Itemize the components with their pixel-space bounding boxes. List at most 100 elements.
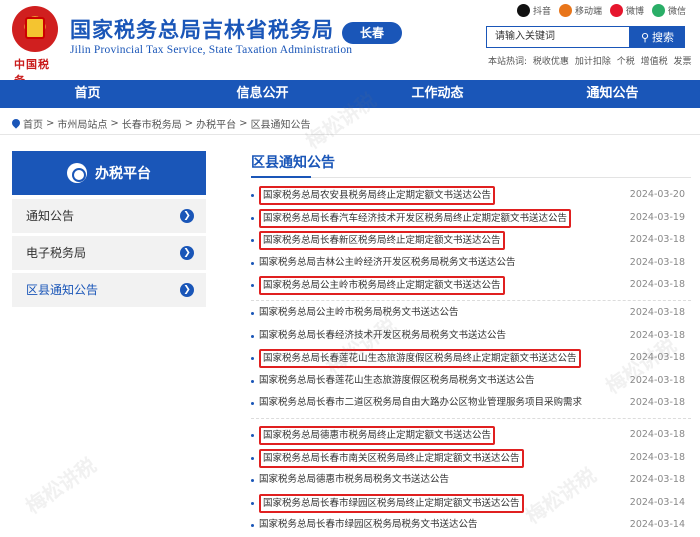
notice-row[interactable]: 国家税务总局长春新区税务局终止定期定额文书送达公告 2024-03-18 xyxy=(251,230,691,251)
breadcrumb-item[interactable]: 区县通知公告 xyxy=(251,116,311,131)
notice-title-link[interactable]: 国家税务总局长春市二道区税务局自由大路办公区物业管理服务项目采购需求 xyxy=(259,393,582,413)
mobile-video-icon xyxy=(558,4,572,17)
notice-row[interactable]: 国家税务总局长春莲花山生态旅游度假区税务局税务文书送达公告 2024-03-18 xyxy=(251,371,691,391)
notice-row[interactable]: 国家税务总局长春汽车经济技术开发区税务局终止定期定额文书送达公告 2024-03-… xyxy=(251,208,691,228)
bullet-dot xyxy=(251,357,254,361)
mobile-link[interactable]: 移动端 xyxy=(558,4,602,17)
bullet-dot xyxy=(251,524,254,528)
notice-row[interactable]: 国家税务总局长春经济技术开发区税务局税务文书送达公告 2024-03-18 xyxy=(251,326,691,346)
notice-date: 2024-03-18 xyxy=(629,352,685,364)
page-title: 区县通知公告 xyxy=(251,155,335,171)
notice-date: 2024-03-18 xyxy=(629,474,685,486)
notice-title-link[interactable]: 国家税务总局长春经济技术开发区税务局税务文书送达公告 xyxy=(259,326,506,346)
tax-platform-icon xyxy=(67,163,87,183)
weibo-link[interactable]: 微博 xyxy=(609,4,644,17)
notice-title-link[interactable]: 国家税务总局长春莲花山生态旅游度假区税务局税务文书送达公告 xyxy=(259,371,535,391)
city-badge[interactable]: 长春 xyxy=(342,22,402,44)
bullet-dot xyxy=(251,334,254,338)
nav-home[interactable]: 首页 xyxy=(0,80,175,108)
notice-title-link[interactable]: 国家税务总局德惠市税务局终止定期定额文书送达公告 xyxy=(259,426,496,445)
notice-date: 2024-03-18 xyxy=(629,451,685,463)
notice-date: 2024-03-18 xyxy=(629,279,685,291)
sidebar-item-notices[interactable]: 通知公告 ❯ xyxy=(12,199,206,233)
bullet-dot xyxy=(251,284,254,288)
breadcrumb-item[interactable]: 长春市税务局 xyxy=(122,116,182,131)
notice-row[interactable]: 国家税务总局吉林公主岭经济开发区税务局税务文书送达公告 2024-03-18 xyxy=(251,253,691,273)
notice-title-link[interactable]: 国家税务总局吉林公主岭经济开发区税务局税务文书送达公告 xyxy=(259,253,516,273)
wechat-icon xyxy=(651,4,665,17)
breadcrumb: 首页 > 市州局站点 > 长春市税务局 > 办税平台 > 区县通知公告 xyxy=(12,116,311,131)
bullet-dot xyxy=(251,501,254,505)
notice-date: 2024-03-19 xyxy=(629,211,685,223)
search-button[interactable]: ⚲ 搜索 xyxy=(630,26,685,48)
breadcrumb-item[interactable]: 市州局站点 xyxy=(57,116,107,131)
notice-date: 2024-03-14 xyxy=(629,519,685,531)
notice-title-link[interactable]: 国家税务总局德惠市税务局税务文书送达公告 xyxy=(259,470,449,490)
wechat-link[interactable]: 微信 xyxy=(651,4,686,17)
tiktok-icon xyxy=(516,4,530,17)
bullet-dot xyxy=(251,216,254,220)
hot-word[interactable]: 个税 xyxy=(617,57,635,67)
title-underline xyxy=(251,177,691,178)
notice-title-link[interactable]: 国家税务总局长春市南关区税务局终止定期定额文书送达公告 xyxy=(259,448,524,468)
nav-work-news[interactable]: 工作动态 xyxy=(350,80,525,108)
search-icon: ⚲ xyxy=(640,30,650,44)
top-links: 抖音 移动端 微博 微信 xyxy=(516,4,686,17)
group-separator xyxy=(251,418,691,419)
notice-date: 2024-03-14 xyxy=(629,496,685,508)
notice-title-link[interactable]: 国家税务总局长春市绿园区税务局终止定期定额文书送达公告 xyxy=(259,493,524,513)
notice-title-link[interactable]: 国家税务总局长春新区税务局终止定期定额文书送达公告 xyxy=(259,231,505,251)
notice-row[interactable]: 国家税务总局德惠市税务局税务文书送达公告 2024-03-18 xyxy=(251,470,691,490)
search-input[interactable]: 请输入关键词 xyxy=(486,26,630,48)
bullet-dot xyxy=(251,479,254,483)
nav-info-disclosure[interactable]: 信息公开 xyxy=(175,80,350,108)
notice-row[interactable]: 国家税务总局长春市南关区税务局终止定期定额文书送达公告 2024-03-18 xyxy=(251,448,691,468)
bullet-dot xyxy=(251,379,254,383)
sidebar-header: 办税平台 xyxy=(12,151,206,195)
hot-word[interactable]: 税收优惠 xyxy=(533,57,569,67)
group-separator xyxy=(251,300,691,301)
hot-word[interactable]: 加计扣除 xyxy=(575,57,611,67)
notice-title-link[interactable]: 国家税务总局长春市绿园区税务局税务文书送达公告 xyxy=(259,515,478,535)
sidebar-item-district-notices[interactable]: 区县通知公告 ❯ xyxy=(12,273,206,307)
bullet-dot xyxy=(251,194,254,197)
tax-emblem-icon[interactable] xyxy=(12,6,58,52)
bullet-dot xyxy=(251,434,254,437)
bullet-dot xyxy=(251,261,254,265)
notice-title-link[interactable]: 国家税务总局公主岭市税务局终止定期定额文书送达公告 xyxy=(259,276,505,296)
notice-row[interactable]: 国家税务总局长春市绿园区税务局终止定期定额文书送达公告 2024-03-14 xyxy=(251,493,691,513)
site-subtitle: Jilin Provincial Tax Service, State Taxa… xyxy=(70,44,353,56)
hot-words: 本站热词: 税收优惠 加计扣除 个税 增值税 发票 xyxy=(488,57,692,67)
notice-row[interactable]: 国家税务总局长春莲花山生态旅游度假区税务局终止定期定额文书送达公告 2024-03… xyxy=(251,348,691,369)
title-accent xyxy=(251,176,311,178)
location-pin-icon xyxy=(12,119,20,129)
breadcrumb-item[interactable]: 首页 xyxy=(23,116,43,131)
notice-row[interactable]: 国家税务总局长春市绿园区税务局税务文书送达公告 2024-03-14 xyxy=(251,515,691,535)
notice-date: 2024-03-18 xyxy=(629,234,685,246)
bullet-dot xyxy=(251,239,254,243)
site-title[interactable]: 国家税务总局吉林省税务局 xyxy=(70,14,334,44)
notice-row[interactable]: 国家税务总局公主岭市税务局税务文书送达公告 2024-03-18 xyxy=(251,303,691,323)
notice-title-link[interactable]: 国家税务总局长春莲花山生态旅游度假区税务局终止定期定额文书送达公告 xyxy=(259,349,581,369)
notice-title-link[interactable]: 国家税务总局公主岭市税务局税务文书送达公告 xyxy=(259,303,459,323)
hot-word[interactable]: 发票 xyxy=(673,57,691,67)
hot-word[interactable]: 增值税 xyxy=(641,57,668,67)
bullet-dot xyxy=(251,456,254,460)
main-nav: 首页 信息公开 工作动态 通知公告 xyxy=(0,80,700,108)
breadcrumb-item[interactable]: 办税平台 xyxy=(196,116,236,131)
sidebar-item-e-tax[interactable]: 电子税务局 ❯ xyxy=(12,236,206,270)
notice-row[interactable]: 国家税务总局长春市二道区税务局自由大路办公区物业管理服务项目采购需求 2024-0… xyxy=(251,393,691,413)
notice-date: 2024-03-18 xyxy=(629,429,685,440)
chevron-right-icon: ❯ xyxy=(180,283,194,297)
notice-row[interactable]: 国家税务总局德惠市税务局终止定期定额文书送达公告 2024-03-18 xyxy=(251,425,691,445)
watermark: 梅松讲税 xyxy=(21,452,101,519)
tiktok-link[interactable]: 抖音 xyxy=(516,4,551,17)
notice-title-link[interactable]: 国家税务总局长春汽车经济技术开发区税务局终止定期定额文书送达公告 xyxy=(259,208,572,228)
bullet-dot xyxy=(251,402,254,406)
nav-notices[interactable]: 通知公告 xyxy=(525,80,700,108)
notice-title-link[interactable]: 国家税务总局农安县税务局终止定期定额文书送达公告 xyxy=(259,186,496,205)
notice-row[interactable]: 国家税务总局公主岭市税务局终止定期定额文书送达公告 2024-03-18 xyxy=(251,275,691,296)
weibo-icon xyxy=(609,4,623,17)
notice-date: 2024-03-18 xyxy=(629,329,685,341)
notice-row[interactable]: 国家税务总局农安县税务局终止定期定额文书送达公告 2024-03-20 xyxy=(251,185,691,205)
